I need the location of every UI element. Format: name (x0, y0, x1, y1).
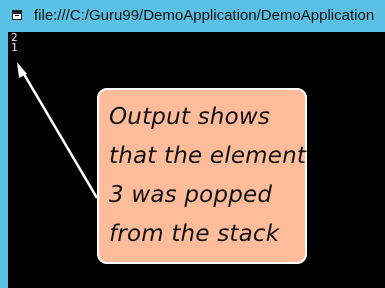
console-window: file:///C:/Guru99/DemoApplication/DemoAp… (0, 0, 385, 288)
annotation-callout: Output shows that the element 3 was popp… (97, 88, 307, 264)
window-left-border (0, 0, 8, 288)
callout-line: 3 was popped (109, 182, 273, 208)
console-line: 1 (11, 41, 18, 54)
window-title: file:///C:/Guru99/DemoApplication/DemoAp… (34, 7, 375, 24)
callout-line: Output shows (109, 104, 271, 130)
window-icon[interactable] (12, 10, 22, 20)
callout-text: Output shows that the element 3 was popp… (109, 98, 307, 254)
callout-line: that the element (109, 143, 307, 169)
title-bar[interactable]: file:///C:/Guru99/DemoApplication/DemoAp… (0, 0, 385, 32)
callout-line: from the stack (109, 221, 280, 247)
